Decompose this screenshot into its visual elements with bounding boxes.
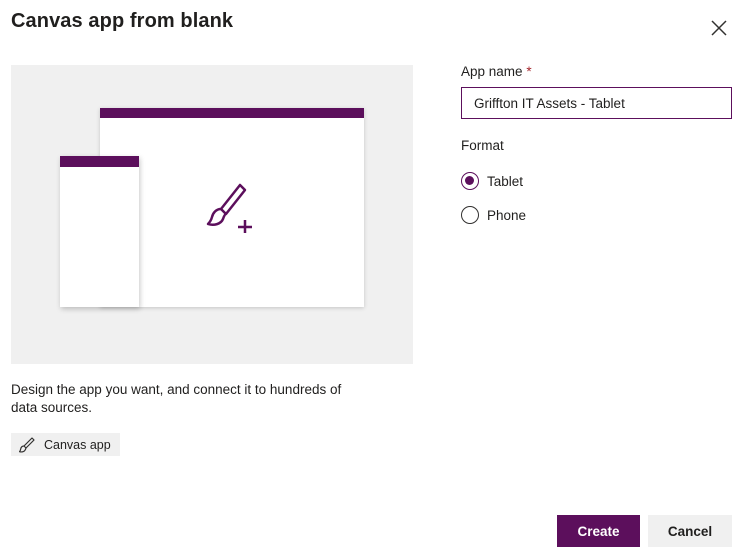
phone-radio-label: Phone [487,207,527,223]
create-button[interactable]: Create [557,515,640,547]
phone-preview-header-bar [60,156,139,167]
close-icon[interactable] [708,17,730,39]
phone-preview-frame [60,156,139,307]
preview-description: Design the app you want, and connect it … [11,382,342,415]
app-name-label-text: App name [461,64,523,79]
tablet-radio[interactable] [461,172,479,190]
canvas-app-tag: Canvas app [11,433,120,456]
phone-radio[interactable] [461,206,479,224]
dialog-title: Canvas app from blank [11,10,234,32]
format-label: Format [461,138,504,153]
preview-panel [11,65,413,364]
paintbrush-plus-icon [206,183,252,233]
format-option-phone[interactable]: Phone [461,206,526,224]
tablet-radio-label: Tablet [487,173,524,189]
tablet-preview-header-bar [100,108,364,118]
required-marker: * [526,64,532,79]
app-name-input[interactable] [461,87,732,119]
paintbrush-icon [19,436,35,453]
tablet-preview-frame [100,108,364,307]
canvas-app-tag-label: Canvas app [44,437,111,452]
cancel-button[interactable]: Cancel [648,515,732,547]
format-option-tablet[interactable]: Tablet [461,172,523,190]
app-name-label: App name * [461,64,532,79]
